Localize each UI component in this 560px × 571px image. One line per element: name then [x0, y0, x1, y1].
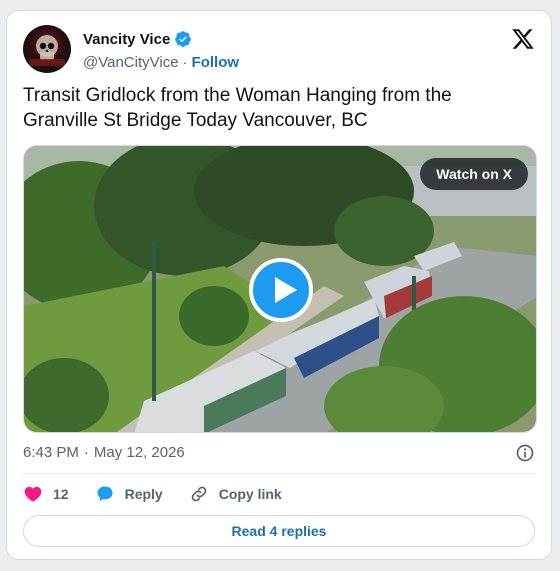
- tweet-date: May 12, 2026: [93, 444, 185, 461]
- reply-button[interactable]: Reply: [95, 484, 163, 504]
- heart-icon: [24, 486, 42, 502]
- tweet-card: Vancity Vice @VanCityVice · Follow Trans…: [6, 10, 552, 560]
- display-name[interactable]: Vancity Vice: [83, 31, 170, 48]
- link-icon: [191, 486, 207, 502]
- read-replies-button[interactable]: Read 4 replies: [23, 515, 535, 547]
- verified-badge-icon: [175, 31, 192, 47]
- follow-button[interactable]: Follow: [192, 54, 240, 71]
- video-media[interactable]: Watch on X: [23, 145, 537, 433]
- author-handle[interactable]: @VanCityVice: [83, 54, 179, 71]
- reply-bubble-icon: [97, 486, 113, 502]
- skull-logo-icon: [29, 35, 65, 66]
- copy-link-button[interactable]: Copy link: [189, 484, 282, 504]
- info-icon[interactable]: [515, 443, 535, 463]
- separator-dot: ·: [83, 444, 89, 461]
- reply-label: Reply: [124, 486, 163, 502]
- avatar[interactable]: [23, 25, 71, 73]
- like-button[interactable]: 12: [23, 484, 69, 504]
- x-logo-icon[interactable]: [511, 27, 535, 51]
- play-icon[interactable]: [249, 258, 313, 322]
- action-bar: 12 Reply Copy link: [23, 483, 282, 505]
- watch-on-x-button[interactable]: Watch on X: [420, 158, 528, 190]
- like-count: 12: [53, 486, 69, 502]
- divider: [23, 473, 535, 474]
- tweet-header: Vancity Vice @VanCityVice · Follow: [23, 25, 535, 73]
- copy-link-label: Copy link: [218, 486, 282, 502]
- tweet-time: 6:43 PM: [23, 444, 79, 461]
- separator-dot: ·: [182, 53, 188, 71]
- tweet-text: Transit Gridlock from the Woman Hanging …: [23, 85, 452, 131]
- tweet-timestamp[interactable]: 6:43 PM · May 12, 2026: [23, 444, 185, 461]
- author-names: Vancity Vice @VanCityVice · Follow: [83, 29, 239, 72]
